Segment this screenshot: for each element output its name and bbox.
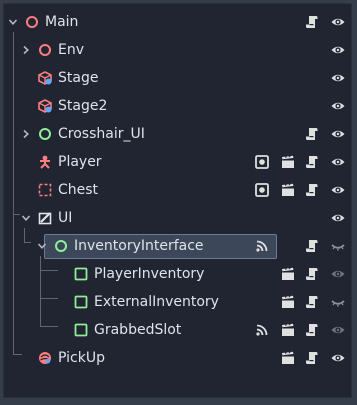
script-icon[interactable] [304,126,320,142]
tree-item-label: Env [58,42,85,58]
tree-item-grabbed-slot[interactable]: GrabbedSlot [4,316,351,344]
eye-dim-icon[interactable] [330,266,346,282]
mesh-instance-icon [38,99,52,113]
tree-item-player[interactable]: Player [4,148,351,176]
script-icon[interactable] [304,238,320,254]
scene-icon[interactable] [280,182,296,198]
tree-item-label: PlayerInventory [94,266,205,282]
tree-item-label: Stage [58,70,99,86]
signal-icon[interactable] [254,238,270,254]
control-circle-icon [54,239,68,253]
script-icon[interactable] [304,294,320,310]
script-icon[interactable] [304,322,320,338]
scene-tree-panel: Main Env Stage Stage2 Crosshair_UI Player Ches… [3,3,352,398]
eye-icon[interactable] [330,126,346,142]
tree-item-label: Chest [58,182,99,198]
eye-icon[interactable] [330,70,346,86]
chevron-down-icon[interactable] [8,17,18,27]
group-icon[interactable] [254,182,270,198]
script-icon[interactable] [304,266,320,282]
scene-icon[interactable] [280,294,296,310]
scene-icon[interactable] [280,322,296,338]
script-icon[interactable] [304,350,320,366]
eye-icon[interactable] [330,154,346,170]
tree-item-label: ExternalInventory [94,294,219,310]
tree-item-inventory-interface[interactable]: InventoryInterface [4,232,351,260]
tree-item-player-inventory[interactable]: PlayerInventory [4,260,351,288]
canvas-layer-icon [38,211,52,225]
eye-icon[interactable] [330,182,346,198]
tree-item-stage2[interactable]: Stage2 [4,92,351,120]
tree-item-label: UI [58,210,73,226]
chevron-down-icon[interactable] [37,241,47,251]
control-circle-icon [38,127,52,141]
scene-icon[interactable] [280,154,296,170]
panel-container-icon [74,295,88,309]
character-body-icon [38,155,52,169]
tree-item-label: Player [58,154,102,170]
eye-icon[interactable] [330,14,346,30]
script-icon[interactable] [304,182,320,198]
mesh-instance-icon [38,71,52,85]
tree-item-label: PickUp [58,350,105,366]
eye-icon[interactable] [330,98,346,114]
chevron-down-icon[interactable] [21,213,31,223]
scene-icon[interactable] [280,266,296,282]
script-icon[interactable] [304,154,320,170]
signal-icon[interactable] [254,322,270,338]
panel-container-icon [74,267,88,281]
tree-item-pickup[interactable]: PickUp [4,344,351,372]
eye-icon[interactable] [330,210,346,226]
tree-item-label: GrabbedSlot [94,322,182,338]
script-icon[interactable] [304,14,320,30]
eye-icon[interactable] [330,42,346,58]
panel-container-icon [74,323,88,337]
eye-closed-icon[interactable] [330,238,346,254]
tree-item-external-inventory[interactable]: ExternalInventory [4,288,351,316]
tree-item-label: InventoryInterface [74,238,204,254]
node-circle-icon [38,43,52,57]
tree-item-chest[interactable]: Chest [4,176,351,204]
tree-item-ui[interactable]: UI [4,204,351,232]
tree-item-label: Stage2 [58,98,108,114]
tree-item-crosshair-ui[interactable]: Crosshair_UI [4,120,351,148]
chevron-right-icon[interactable] [21,45,31,55]
eye-dim-icon[interactable] [330,322,346,338]
tree-item-env[interactable]: Env [4,36,351,64]
node-circle-icon [25,15,39,29]
static-body-icon [38,183,52,197]
rigid-body-icon [38,351,52,365]
tree-item-label: Crosshair_UI [58,126,145,142]
scene-icon[interactable] [280,350,296,366]
eye-icon[interactable] [330,350,346,366]
chevron-right-icon[interactable] [21,129,31,139]
group-icon[interactable] [254,154,270,170]
tree-item-label: Main [45,14,79,30]
tree-item-stage[interactable]: Stage [4,64,351,92]
eye-closed-icon[interactable] [330,294,346,310]
tree-item-main[interactable]: Main [4,8,351,36]
